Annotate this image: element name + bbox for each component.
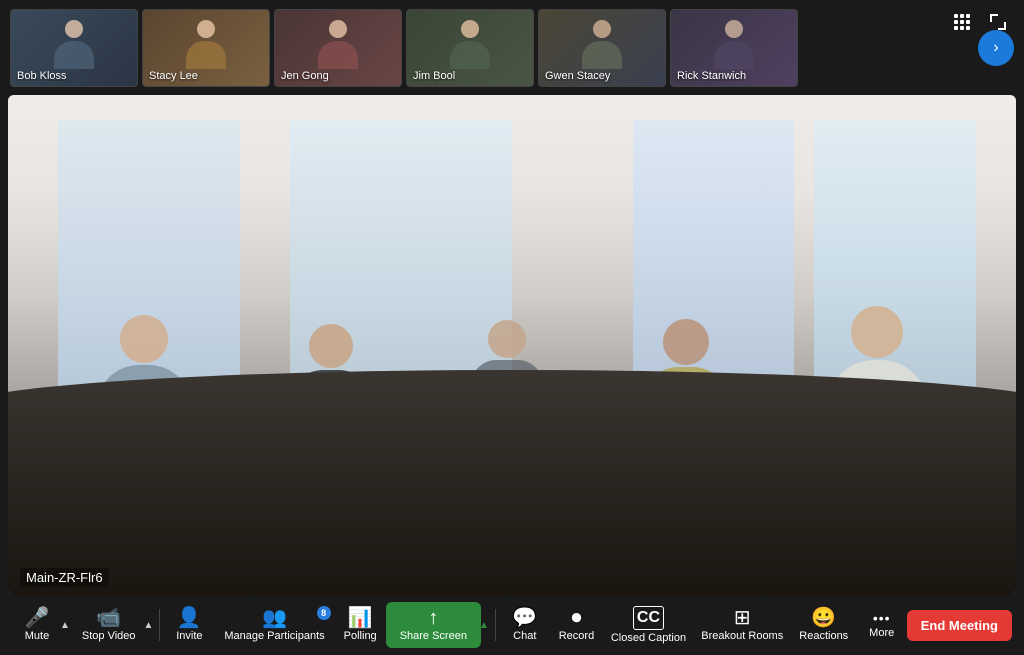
- cc-icon: CC: [633, 606, 664, 629]
- separator-2: [495, 609, 496, 641]
- share-chevron-icon[interactable]: ▲: [477, 602, 491, 648]
- share-screen-label: Share Screen: [400, 631, 467, 642]
- grid-icon: [954, 14, 970, 30]
- manage-participants-button[interactable]: 👥 Manage Participants: [214, 602, 334, 648]
- share-screen-icon: ↑: [428, 608, 438, 628]
- participants-bar: Bob Kloss Stacy Lee Jen Gong Jim Bool: [0, 0, 1024, 95]
- breakout-icon: ⊞: [734, 608, 751, 628]
- participant-thumb-1[interactable]: Bob Kloss: [10, 9, 138, 87]
- more-button[interactable]: ••• More: [857, 605, 907, 645]
- participants-badge: 8: [317, 606, 331, 620]
- participant-thumb-2[interactable]: Stacy Lee: [142, 9, 270, 87]
- invite-label: Invite: [176, 631, 202, 642]
- chat-button[interactable]: 💬 Chat: [500, 602, 550, 648]
- participant-thumb-3[interactable]: Jen Gong: [274, 9, 402, 87]
- more-label: More: [869, 628, 894, 639]
- reactions-icon: 😀: [811, 608, 836, 628]
- fullscreen-icon: [990, 14, 1006, 30]
- polling-button[interactable]: 📊 Polling: [335, 602, 386, 648]
- chat-icon: 💬: [512, 608, 537, 628]
- participant-name-4: Jim Bool: [413, 70, 455, 82]
- closed-caption-label: Closed Caption: [611, 633, 686, 644]
- participants-wrapper: 👥 Manage Participants 8: [214, 602, 334, 648]
- mute-icon: 🎤: [25, 608, 50, 628]
- video-chevron-icon[interactable]: ▲: [142, 602, 156, 648]
- manage-participants-label: Manage Participants: [224, 631, 324, 642]
- participant-name-5: Gwen Stacey: [545, 70, 610, 82]
- arrow-right-icon: ›: [993, 39, 998, 57]
- more-icon: •••: [873, 611, 891, 625]
- grid-view-button[interactable]: [948, 8, 976, 36]
- reactions-label: Reactions: [799, 631, 848, 642]
- mute-button[interactable]: 🎤 Mute: [12, 602, 62, 648]
- participant-name-1: Bob Kloss: [17, 70, 67, 82]
- top-controls: [948, 8, 1012, 36]
- participants-icon: 👥: [262, 608, 287, 628]
- participant-name-2: Stacy Lee: [149, 70, 198, 82]
- mute-chevron-icon[interactable]: ▲: [58, 602, 72, 648]
- participant-thumb-4[interactable]: Jim Bool: [406, 9, 534, 87]
- breakout-rooms-label: Breakout Rooms: [701, 631, 783, 642]
- mute-group: 🎤 Mute ▲: [12, 602, 72, 648]
- invite-button[interactable]: 👤 Invite: [164, 602, 214, 648]
- toolbar: 🎤 Mute ▲ 📹 Stop Video ▲ 👤 Invite 👥 Manag…: [0, 595, 1024, 655]
- reactions-button[interactable]: 😀 Reactions: [791, 602, 857, 648]
- participant-name-6: Rick Stanwich: [677, 70, 746, 82]
- record-label: Record: [559, 631, 594, 642]
- share-screen-group: ↑ Share Screen ▲: [386, 602, 491, 648]
- video-scene: Main-ZR-Flr6: [8, 95, 1016, 595]
- polling-label: Polling: [344, 631, 377, 642]
- fullscreen-button[interactable]: [984, 8, 1012, 36]
- mute-label: Mute: [25, 631, 49, 642]
- end-meeting-button[interactable]: End Meeting: [907, 610, 1012, 641]
- conference-table: [8, 370, 1016, 595]
- separator-1: [159, 609, 160, 641]
- participant-name-3: Jen Gong: [281, 70, 329, 82]
- closed-caption-button[interactable]: CC Closed Caption: [603, 600, 694, 649]
- stop-video-label: Stop Video: [82, 631, 136, 642]
- chat-label: Chat: [513, 631, 536, 642]
- end-meeting-label: End Meeting: [921, 618, 998, 633]
- participant-thumb-5[interactable]: Gwen Stacey: [538, 9, 666, 87]
- polling-icon: 📊: [348, 608, 373, 628]
- video-group: 📹 Stop Video ▲: [72, 602, 156, 648]
- location-label: Main-ZR-Flr6: [20, 568, 109, 587]
- record-button[interactable]: ⏺ Record: [550, 602, 603, 648]
- breakout-rooms-button[interactable]: ⊞ Breakout Rooms: [694, 602, 791, 648]
- invite-icon: 👤: [177, 608, 202, 628]
- main-video-area: Main-ZR-Flr6: [8, 95, 1016, 595]
- video-icon: 📹: [96, 608, 121, 628]
- share-screen-button[interactable]: ↑ Share Screen: [386, 602, 481, 648]
- record-icon: ⏺: [571, 608, 581, 628]
- participant-thumb-6[interactable]: Rick Stanwich: [670, 9, 798, 87]
- stop-video-button[interactable]: 📹 Stop Video: [72, 602, 146, 648]
